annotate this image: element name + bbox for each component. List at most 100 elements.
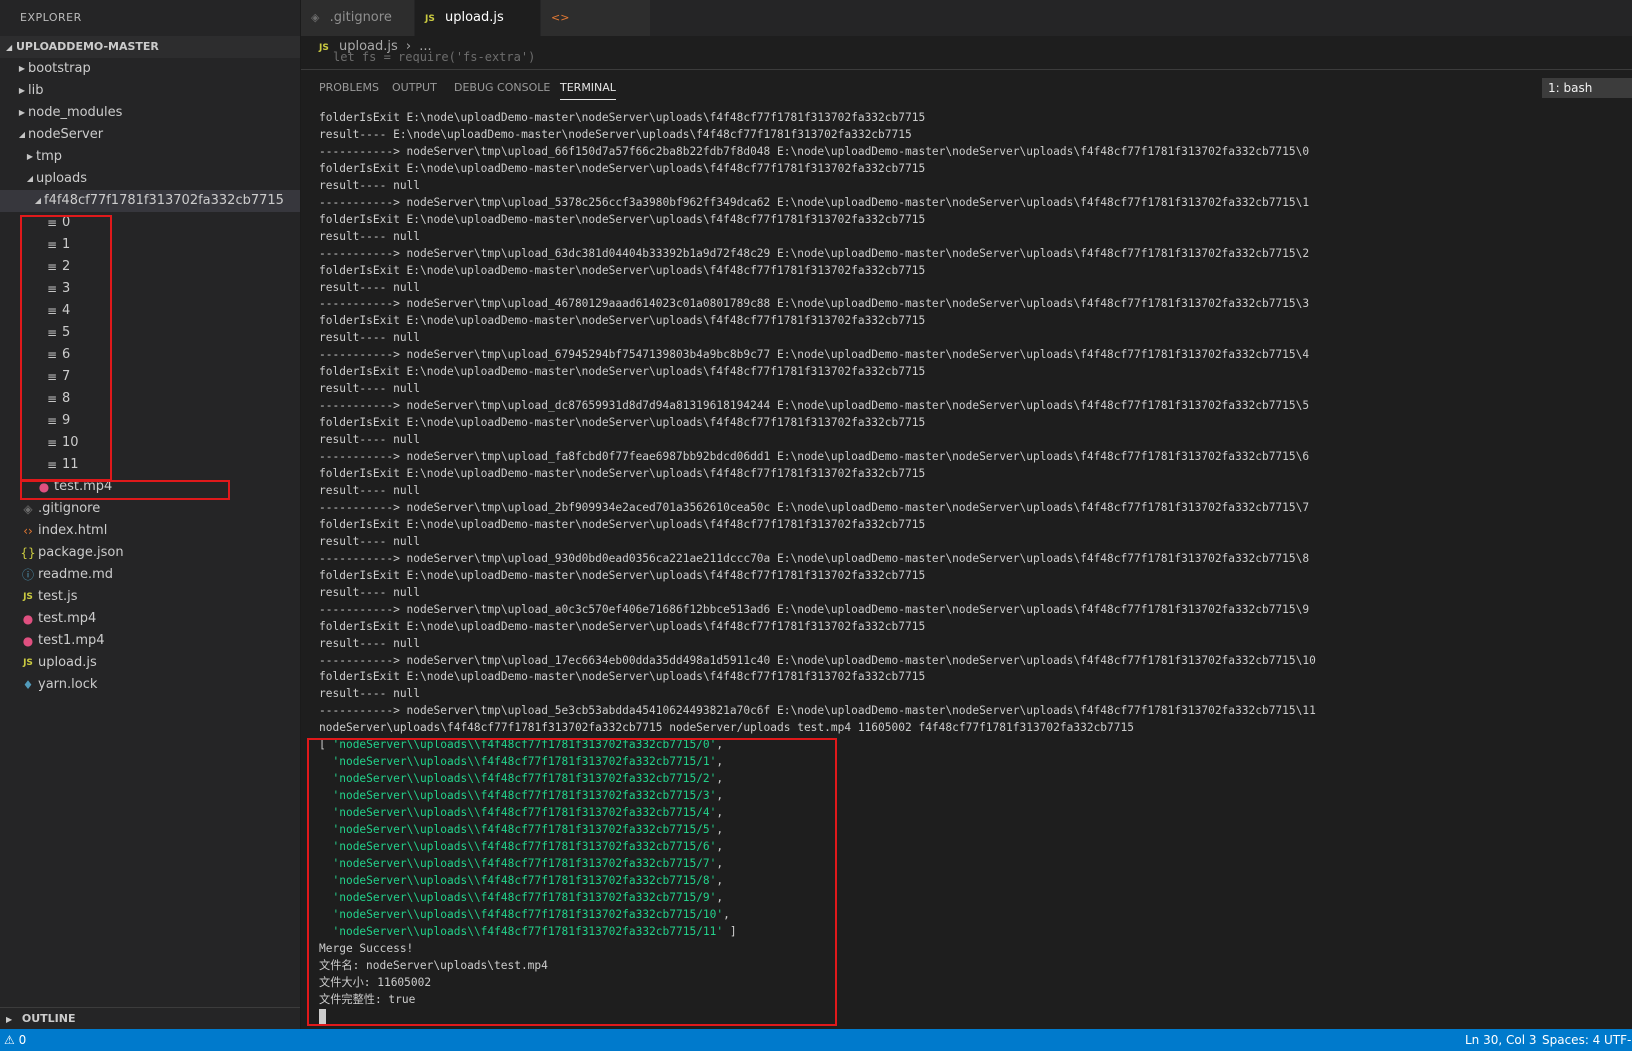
terminal-shell-select[interactable]: 1: bash [1542, 78, 1632, 98]
tree-item-label: uploads [36, 171, 88, 186]
yarn-icon: ♦ [22, 678, 34, 692]
tree-item[interactable]: ≡ 2 [0, 256, 300, 278]
terminal-line-green: 'nodeServer\\uploads\\f4f48cf77f1781f313… [332, 907, 724, 921]
terminal-line: 'nodeServer\\uploads\\f4f48cf77f1781f313… [319, 788, 1632, 805]
tree-item[interactable]: ◢ f4f48cf77f1781f313702fa332cb7715 [0, 190, 300, 212]
tree-item[interactable]: ≡ 11 [0, 454, 300, 476]
terminal-line: -----------> nodeServer\tmp\upload_17ec6… [319, 653, 1316, 667]
terminal-line: folderIsExit E:\node\uploadDemo-master\n… [319, 517, 926, 531]
explorer-sidebar: EXPLORER ◢ UPLOADDEMO-MASTER ▶ bootstrap ▶… [0, 0, 301, 1029]
tree-item[interactable]: {} package.json [0, 542, 300, 564]
terminal-output[interactable]: folderIsExit E:\node\uploadDemo-master\n… [319, 110, 1632, 1025]
tree-item[interactable]: ▶ bootstrap [0, 58, 300, 80]
tree-item[interactable]: ♦ yarn.lock [0, 674, 300, 696]
tree-item[interactable]: ▶ lib [0, 80, 300, 102]
terminal-line-suffix: , [716, 755, 724, 769]
tree-item-label: 6 [62, 347, 71, 362]
file-lines-icon: ≡ [46, 260, 58, 274]
terminal-line: -----------> nodeServer\tmp\upload_dc876… [319, 399, 1310, 413]
tree-item[interactable]: ≡ 4 [0, 300, 300, 322]
tree-item[interactable]: ≡ 8 [0, 388, 300, 410]
html-file-icon: <> [551, 11, 570, 24]
tree-item[interactable]: ◢ nodeServer [0, 124, 300, 146]
terminal-line-suffix: , [716, 890, 724, 904]
file-tree: ▶ bootstrap ▶ lib ▶ node_modules ◢ nodeServer ▶ t… [0, 58, 300, 696]
tree-item[interactable]: ● test.mp4 [0, 476, 300, 498]
encoding[interactable]: UTF- [1604, 1029, 1631, 1051]
terminal-line: -----------> nodeServer\tmp\upload_46780… [319, 297, 1310, 311]
tree-item[interactable]: ● test.mp4 [0, 608, 300, 630]
tree-item[interactable]: JS test.js [0, 586, 300, 608]
bottom-panel: PROBLEMS OUTPUT DEBUG CONSOLE TERMINAL 1… [301, 69, 1632, 1030]
terminal-line: 'nodeServer\\uploads\\f4f48cf77f1781f313… [319, 856, 1632, 873]
tree-item[interactable]: ≡ 5 [0, 322, 300, 344]
tree-item-label: upload.js [38, 655, 97, 670]
chevron-right-icon: ▶ [6, 1015, 13, 1024]
tree-item-label: test.mp4 [54, 479, 113, 494]
file-lines-icon: ≡ [46, 216, 58, 230]
tree-item[interactable]: ≡ 10 [0, 432, 300, 454]
tree-item[interactable]: ≡ 9 [0, 410, 300, 432]
terminal-line: -----------> nodeServer\tmp\upload_a0c3c… [319, 602, 1310, 616]
project-section-header[interactable]: ◢ UPLOADDEMO-MASTER [0, 36, 300, 58]
tab-gitignore[interactable]: ◈ .gitignore [301, 0, 415, 36]
tree-item[interactable]: ≡ 6 [0, 344, 300, 366]
terminal-line: 'nodeServer\\uploads\\f4f48cf77f1781f313… [319, 754, 1632, 771]
tree-item[interactable]: ⓘ readme.md [0, 564, 300, 586]
tree-item-label: test.js [38, 589, 78, 604]
tree-item-label: 7 [62, 369, 71, 384]
terminal-line-prefix [319, 891, 332, 904]
tab-upload-js[interactable]: JS upload.js × [415, 0, 541, 62]
tree-item[interactable]: ≡ 1 [0, 234, 300, 256]
terminal-line: result---- null [319, 178, 421, 192]
terminal-line: 文件名: nodeServer\uploads\test.mp4 [319, 958, 548, 972]
tree-item[interactable]: ▶ tmp [0, 146, 300, 168]
terminal-line: result---- null [319, 687, 421, 701]
tree-item[interactable]: ≡ 3 [0, 278, 300, 300]
git-file-icon: ◈ [23, 502, 33, 516]
chevron-right-icon: ▶ [18, 108, 26, 117]
terminal-line: result---- null [319, 433, 421, 447]
tree-item[interactable]: ◈ .gitignore [0, 498, 300, 520]
terminal-line-prefix [319, 857, 332, 870]
tree-item-label: 2 [62, 259, 71, 274]
file-lines-icon: ≡ [46, 282, 58, 296]
tree-item-label: test.mp4 [38, 611, 97, 626]
terminal-line: 文件大小: 11605002 [319, 975, 432, 989]
terminal-line: result---- null [319, 585, 421, 599]
tree-item[interactable]: ≡ 7 [0, 366, 300, 388]
terminal-line: -----------> nodeServer\tmp\upload_fa8fc… [319, 450, 1310, 464]
terminal-line: result---- null [319, 636, 421, 650]
tree-item[interactable]: ≡ 0 [0, 212, 300, 234]
tree-item-label: node_modules [28, 105, 123, 120]
js-file-icon: JS [23, 592, 33, 602]
terminal-line: -----------> nodeServer\tmp\upload_66f15… [319, 144, 1310, 158]
project-title: UPLOADDEMO-MASTER [16, 40, 159, 53]
tree-item[interactable]: ● test1.mp4 [0, 630, 300, 652]
problems-count[interactable]: ⚠ 0 [4, 1029, 26, 1051]
outline-section-header[interactable]: ▶ OUTLINE [0, 1007, 300, 1029]
tree-item-label: 10 [62, 435, 79, 450]
tree-item[interactable]: JS upload.js [0, 652, 300, 674]
terminal-line: 'nodeServer\\uploads\\f4f48cf77f1781f313… [319, 839, 1632, 856]
terminal-line: folderIsExit E:\node\uploadDemo-master\n… [319, 416, 926, 430]
terminal-line-prefix [319, 925, 332, 938]
tab-output[interactable]: OUTPUT [392, 70, 437, 106]
terminal-line: folderIsExit E:\node\uploadDemo-master\n… [319, 111, 926, 124]
tree-item-label: 11 [62, 457, 79, 472]
tab-debug-console[interactable]: DEBUG CONSOLE [454, 70, 550, 106]
terminal-line-suffix: , [716, 856, 724, 870]
terminal-line: nodeServer\uploads\f4f48cf77f1781f313702… [319, 721, 1134, 735]
tab-terminal[interactable]: TERMINAL [560, 70, 616, 106]
terminal-line-suffix: , [716, 806, 724, 820]
tab-problems[interactable]: PROBLEMS [319, 70, 379, 106]
video-file-icon: ● [38, 480, 50, 494]
tree-item[interactable]: ▶ node_modules [0, 102, 300, 124]
tree-item[interactable]: ◢ uploads [0, 168, 300, 190]
tab-index-html[interactable]: <> index.html [541, 0, 651, 61]
tree-item[interactable]: ‹› index.html [0, 520, 300, 542]
cursor-position[interactable]: Ln 30, Col 3 [1465, 1029, 1537, 1051]
chevron-right-icon: ▶ [18, 86, 26, 95]
tree-item-label: 5 [62, 325, 71, 340]
indentation[interactable]: Spaces: 4 [1542, 1029, 1600, 1051]
